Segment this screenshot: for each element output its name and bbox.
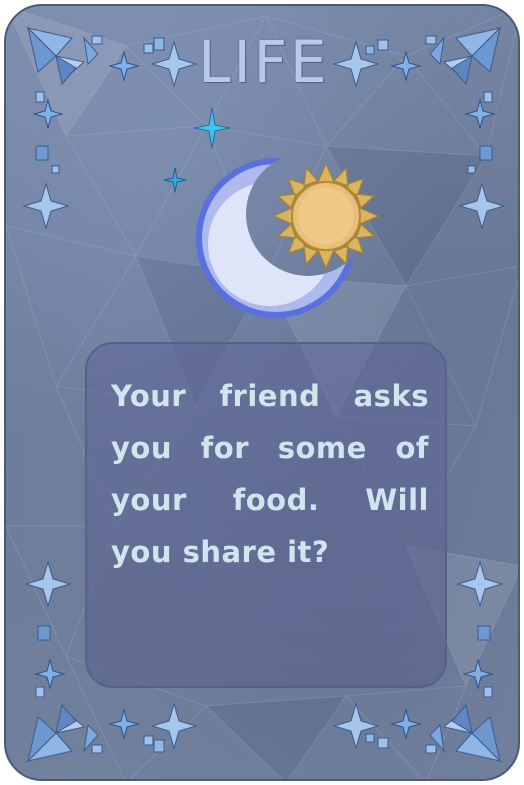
question-panel: Your friend asks you for some of your fo… bbox=[85, 342, 447, 688]
question-text: Your friend asks you for some of your fo… bbox=[111, 379, 429, 569]
card-title: LIFE bbox=[198, 28, 330, 96]
sparkle-icon bbox=[193, 107, 231, 149]
moon-and-sun-icon bbox=[196, 158, 380, 318]
sparkle-icon bbox=[163, 167, 187, 193]
life-card[interactable]: LIFE Your friend asks you for some of yo… bbox=[4, 4, 520, 781]
